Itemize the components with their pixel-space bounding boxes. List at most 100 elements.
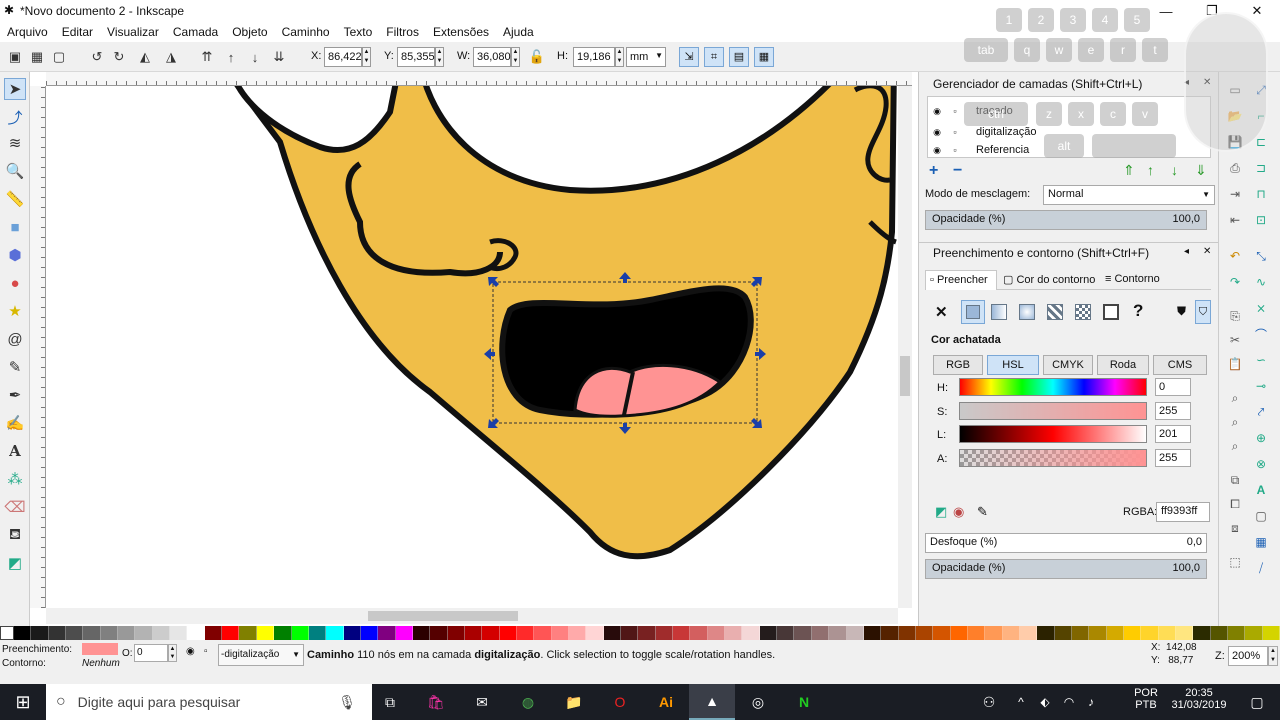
fill-rule-nonzero-icon[interactable]: ⛉ bbox=[1195, 300, 1211, 324]
palette-swatch[interactable] bbox=[759, 626, 778, 640]
palette-swatch[interactable] bbox=[291, 626, 309, 640]
tab-stroke-style[interactable]: ≡ Contorno bbox=[1103, 270, 1173, 290]
color-managed-icon[interactable]: ◩ bbox=[935, 504, 947, 520]
tweak-tool-icon[interactable]: ≋ bbox=[4, 132, 26, 154]
x-input[interactable]: 86,422 bbox=[324, 47, 362, 67]
group-icon[interactable]: ⬚ bbox=[1225, 552, 1245, 572]
menu-texto[interactable]: Texto bbox=[337, 25, 380, 39]
palette-swatch[interactable] bbox=[569, 626, 587, 640]
text-tool-icon[interactable]: A bbox=[4, 440, 26, 462]
undo-icon[interactable]: ↶ bbox=[1225, 246, 1245, 266]
palette-swatch[interactable] bbox=[1141, 626, 1159, 640]
palette-swatch[interactable] bbox=[621, 626, 639, 640]
palette-swatch[interactable] bbox=[1228, 626, 1246, 640]
layer-to-bottom-icon[interactable]: ⇓ bbox=[1195, 162, 1207, 179]
palette-swatch[interactable] bbox=[950, 626, 968, 640]
palette-swatch[interactable] bbox=[915, 626, 934, 640]
store-icon[interactable]: 🛍 bbox=[413, 684, 459, 720]
mesh-gradient-icon[interactable] bbox=[1047, 304, 1063, 320]
stroke-indicator-value[interactable]: Nenhum bbox=[82, 658, 120, 669]
ellipse-tool-icon[interactable]: ● bbox=[4, 272, 26, 294]
palette-swatch[interactable] bbox=[551, 626, 569, 640]
alpha-slider[interactable] bbox=[959, 449, 1147, 467]
lock-icon[interactable]: ▫ bbox=[946, 106, 964, 116]
y-spinner[interactable]: ▲ ▼ bbox=[435, 47, 444, 67]
print-icon[interactable]: ⎙ bbox=[1225, 158, 1245, 178]
rotate-ccw-icon[interactable]: ↺ bbox=[88, 48, 106, 66]
palette-swatch[interactable] bbox=[274, 626, 292, 640]
palette-swatch[interactable] bbox=[586, 626, 604, 640]
scale-corners-toggle[interactable]: ⌗ bbox=[704, 47, 724, 67]
menu-arquivo[interactable]: Arquivo bbox=[0, 25, 55, 39]
x-spinner[interactable]: ▲ ▼ bbox=[362, 47, 371, 67]
layer-lock-icon[interactable]: ▫ bbox=[204, 646, 208, 657]
layer-visible-icon[interactable]: ◉ bbox=[186, 646, 195, 657]
saturation-value[interactable]: 255 bbox=[1155, 402, 1191, 420]
palette-swatch[interactable] bbox=[343, 626, 361, 640]
palette-swatch[interactable] bbox=[794, 626, 812, 640]
volume-icon[interactable]: ♪ bbox=[1068, 684, 1114, 720]
select-all-layers-icon[interactable]: ▦ bbox=[28, 48, 46, 66]
maximize-button[interactable]: ❐ bbox=[1189, 0, 1235, 22]
mode-rgb-button[interactable]: RGB bbox=[933, 355, 983, 375]
palette-swatch[interactable] bbox=[898, 626, 916, 640]
palette-swatch[interactable] bbox=[603, 626, 622, 640]
mode-cms-button[interactable]: CMS bbox=[1153, 355, 1207, 375]
blur-field[interactable]: Desfoque (%) 0,0 bbox=[925, 533, 1207, 553]
palette-swatch[interactable] bbox=[378, 626, 396, 640]
palette-swatch[interactable] bbox=[673, 626, 691, 640]
snap-smooth-icon[interactable]: ∽ bbox=[1251, 350, 1271, 370]
visible-eye-icon[interactable]: ◉ bbox=[928, 145, 946, 156]
snap-center-icon[interactable]: ⊕ bbox=[1251, 428, 1271, 448]
lower-to-bottom-icon[interactable]: ⇊ bbox=[270, 48, 288, 66]
layer-opacity-bar[interactable]: Opacidade (%) 100,0 bbox=[925, 210, 1207, 230]
color-picker-icon[interactable]: ✎ bbox=[977, 504, 988, 520]
transform-gradients-toggle[interactable]: ▤ bbox=[729, 47, 749, 67]
palette-swatch[interactable] bbox=[516, 626, 535, 640]
palette-swatch[interactable] bbox=[170, 626, 188, 640]
paste-icon[interactable]: 📋 bbox=[1225, 354, 1245, 374]
spiral-tool-icon[interactable]: @ bbox=[4, 328, 26, 350]
palette-swatch[interactable] bbox=[31, 626, 49, 640]
notepad-plus-icon[interactable]: N bbox=[781, 684, 827, 720]
pencil-tool-icon[interactable]: ✎ bbox=[4, 356, 26, 378]
snap-cusp-icon[interactable]: ⌒ bbox=[1251, 324, 1271, 344]
menu-filtros[interactable]: Filtros bbox=[379, 25, 426, 39]
raise-icon[interactable]: ↑ bbox=[222, 48, 240, 66]
snap-midpoints-icon[interactable]: ⊸ bbox=[1251, 376, 1271, 396]
palette-swatch[interactable] bbox=[256, 626, 275, 640]
palette-swatch[interactable] bbox=[66, 626, 84, 640]
palette-swatch[interactable] bbox=[152, 626, 171, 640]
clone-icon[interactable]: ⧠ bbox=[1225, 494, 1245, 514]
unlink-clone-icon[interactable]: ⧈ bbox=[1225, 518, 1245, 538]
mode-wheel-button[interactable]: Roda bbox=[1097, 355, 1149, 375]
palette-swatch[interactable] bbox=[100, 626, 119, 640]
y-input[interactable]: 85,355 bbox=[397, 47, 435, 67]
layer-row[interactable]: ◉ ▫ digitalização bbox=[928, 121, 1208, 143]
add-layer-icon[interactable]: + bbox=[929, 162, 938, 180]
inkscape-taskbar-icon[interactable]: ▲ bbox=[689, 684, 735, 720]
flip-horizontal-icon[interactable]: ◭ bbox=[136, 48, 154, 66]
opacity-spinner[interactable]: ▲ ▼ bbox=[168, 644, 177, 662]
zoom-tool-icon[interactable]: 🔍 bbox=[4, 160, 26, 182]
start-windows-icon[interactable]: ⊞ bbox=[0, 684, 46, 720]
menu-caminho[interactable]: Caminho bbox=[275, 25, 337, 39]
snap-toggle-icon[interactable]: ⤢ bbox=[1251, 80, 1271, 100]
palette-swatch[interactable] bbox=[447, 626, 465, 640]
palette-swatch[interactable] bbox=[829, 626, 847, 640]
scale-stroke-toggle[interactable]: ⇲ bbox=[679, 47, 699, 67]
snap-others-icon[interactable]: ⤤ bbox=[1251, 402, 1271, 422]
remove-layer-icon[interactable]: − bbox=[953, 162, 962, 180]
snap-intersections-icon[interactable]: ⨯ bbox=[1251, 298, 1271, 318]
hue-value[interactable]: 0 bbox=[1155, 378, 1191, 396]
alpha-value[interactable]: 255 bbox=[1155, 449, 1191, 467]
copy-icon[interactable]: ⎘ bbox=[1225, 306, 1245, 326]
lock-icon[interactable]: ▫ bbox=[946, 127, 964, 137]
snap-bbox-center-icon[interactable]: ⊡ bbox=[1251, 210, 1271, 230]
hue-slider[interactable] bbox=[959, 378, 1147, 396]
snap-grid-icon[interactable]: ▦ bbox=[1251, 532, 1271, 552]
3d-box-tool-icon[interactable]: ⬢ bbox=[4, 244, 26, 266]
import-icon[interactable]: ⇥ bbox=[1225, 184, 1245, 204]
mail-icon[interactable]: ✉ bbox=[459, 684, 505, 720]
palette-swatch[interactable] bbox=[1054, 626, 1072, 640]
